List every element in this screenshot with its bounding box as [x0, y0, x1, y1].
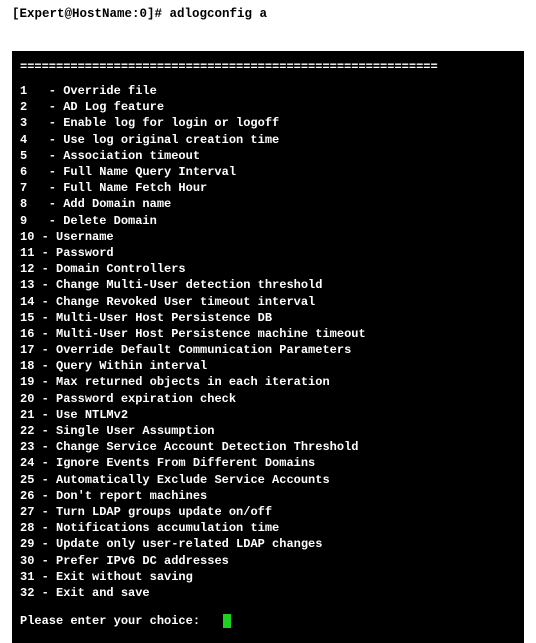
menu-item: 32 - Exit and save	[20, 585, 516, 601]
menu-item: 19 - Max returned objects in each iterat…	[20, 374, 516, 390]
menu-item: 1 - Override file	[20, 83, 516, 99]
menu-item: 28 - Notifications accumulation time	[20, 520, 516, 536]
menu-item: 20 - Password expiration check	[20, 391, 516, 407]
menu-item: 29 - Update only user-related LDAP chang…	[20, 536, 516, 552]
menu-item: 17 - Override Default Communication Para…	[20, 342, 516, 358]
menu-item: 3 - Enable log for login or logoff	[20, 115, 516, 131]
choice-input-wrapper[interactable]	[204, 613, 231, 629]
menu-item: 18 - Query Within interval	[20, 358, 516, 374]
menu-item: 8 - Add Domain name	[20, 196, 516, 212]
menu-item: 16 - Multi-User Host Persistence machine…	[20, 326, 516, 342]
menu-item: 31 - Exit without saving	[20, 569, 516, 585]
menu-item: 15 - Multi-User Host Persistence DB	[20, 310, 516, 326]
menu-item: 5 - Association timeout	[20, 148, 516, 164]
menu-item: 4 - Use log original creation time	[20, 132, 516, 148]
menu-item: 13 - Change Multi-User detection thresho…	[20, 277, 516, 293]
menu-item: 23 - Change Service Account Detection Th…	[20, 439, 516, 455]
menu-item: 9 - Delete Domain	[20, 213, 516, 229]
choice-prompt-row[interactable]: Please enter your choice:	[20, 613, 516, 629]
menu-item: 27 - Turn LDAP groups update on/off	[20, 504, 516, 520]
terminal-window: ========================================…	[12, 51, 524, 643]
choice-prompt-label: Please enter your choice:	[20, 613, 200, 629]
menu-item: 2 - AD Log feature	[20, 99, 516, 115]
menu-item: 14 - Change Revoked User timeout interva…	[20, 294, 516, 310]
menu-item: 26 - Don't report machines	[20, 488, 516, 504]
menu-item: 21 - Use NTLMv2	[20, 407, 516, 423]
menu-item: 10 - Username	[20, 229, 516, 245]
menu-item: 22 - Single User Assumption	[20, 423, 516, 439]
menu-list: 1 - Override file 2 - AD Log feature 3 -…	[20, 83, 516, 601]
choice-input[interactable]	[204, 613, 214, 629]
menu-item: 25 - Automatically Exclude Service Accou…	[20, 472, 516, 488]
menu-item: 11 - Password	[20, 245, 516, 261]
separator-line: ========================================…	[20, 59, 516, 75]
menu-item: 24 - Ignore Events From Different Domain…	[20, 455, 516, 471]
cursor-icon	[223, 614, 231, 628]
menu-item: 12 - Domain Controllers	[20, 261, 516, 277]
shell-command-line: [Expert@HostName:0]# adlogconfig a	[12, 6, 524, 23]
shell-area: [Expert@HostName:0]# adlogconfig a	[0, 0, 536, 29]
menu-item: 30 - Prefer IPv6 DC addresses	[20, 553, 516, 569]
menu-item: 6 - Full Name Query Interval	[20, 164, 516, 180]
menu-item: 7 - Full Name Fetch Hour	[20, 180, 516, 196]
